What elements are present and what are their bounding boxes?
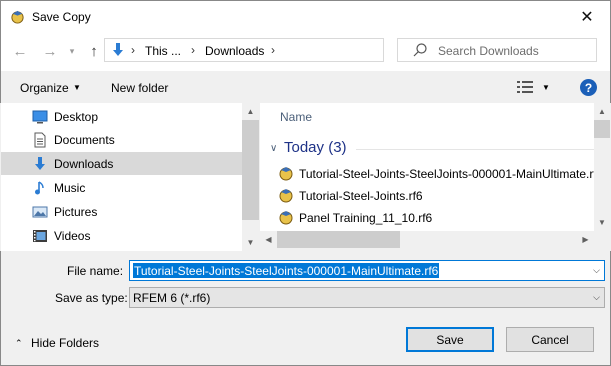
organize-button[interactable]: Organize bbox=[20, 81, 69, 95]
music-icon bbox=[35, 181, 44, 195]
breadcrumb-separator: › bbox=[131, 43, 135, 57]
group-divider bbox=[356, 149, 594, 150]
scrollbar-thumb[interactable] bbox=[594, 120, 610, 138]
videos-icon bbox=[33, 230, 47, 242]
file-name: Panel Training_11_10.rf6 bbox=[299, 211, 433, 225]
address-row: ← → ▾ ↑ › This ... › Downloads › ⌄ ↻ Sea… bbox=[0, 31, 611, 71]
breadcrumb-downloads[interactable]: Downloads bbox=[205, 44, 264, 58]
chevron-up-icon[interactable]: ⌃ bbox=[15, 338, 23, 349]
group-header-today[interactable]: Today (3) bbox=[284, 139, 347, 156]
search-icon bbox=[413, 43, 427, 57]
nav-item-label: Documents bbox=[54, 133, 115, 147]
chevron-down-icon[interactable]: ∨ bbox=[270, 143, 277, 154]
scrollbar-thumb[interactable] bbox=[277, 231, 400, 248]
file-list-vertical-scrollbar[interactable]: ▲ ▼ bbox=[594, 103, 610, 231]
nav-item-label: Desktop bbox=[54, 110, 99, 124]
column-header-name[interactable]: Name bbox=[280, 110, 312, 124]
save-as-type-select[interactable]: RFEM 6 (*.rf6) ⌵ bbox=[129, 287, 605, 308]
file-name: Tutorial-Steel-Joints.rf6 bbox=[299, 189, 423, 203]
chevron-down-icon: ▾ bbox=[69, 45, 75, 56]
search-box[interactable]: Search Downloads bbox=[397, 38, 597, 62]
arrow-right-icon: → bbox=[42, 42, 58, 60]
hide-folders-button[interactable]: Hide Folders bbox=[31, 336, 99, 350]
scroll-up-icon[interactable]: ▲ bbox=[242, 103, 259, 120]
file-row[interactable]: Panel Training_11_10.rf6 bbox=[278, 207, 594, 228]
address-bar[interactable]: › This ... › Downloads › ⌄ ↻ bbox=[104, 38, 478, 62]
chevron-down-icon: ⌵ bbox=[593, 292, 600, 302]
file-name-value: Tutorial-Steel-Joints-SteelJoints-000001… bbox=[133, 263, 440, 278]
downloads-icon bbox=[113, 43, 123, 56]
nav-item-label: Downloads bbox=[54, 157, 114, 171]
nav-item-videos[interactable]: Videos bbox=[1, 224, 242, 247]
rfem-file-icon bbox=[279, 167, 293, 181]
breadcrumb-separator: › bbox=[271, 43, 275, 57]
view-options-icon[interactable] bbox=[517, 81, 533, 93]
title-bar: Save Copy ✕ bbox=[0, 0, 611, 31]
nav-item-label: Music bbox=[54, 181, 86, 195]
scroll-up-icon[interactable]: ▲ bbox=[594, 103, 610, 120]
nav-item-label: Videos bbox=[54, 229, 91, 243]
rfem-file-icon bbox=[279, 211, 293, 225]
command-bar: Organize ▼ New folder ▼ ? bbox=[0, 71, 611, 103]
file-list-horizontal-scrollbar[interactable]: ◀ ▶ bbox=[260, 231, 594, 248]
up-button[interactable]: ↑ bbox=[83, 40, 105, 62]
help-icon[interactable]: ? bbox=[580, 79, 597, 96]
scroll-down-icon[interactable]: ▼ bbox=[242, 234, 259, 251]
scrollbar-thumb[interactable] bbox=[242, 120, 259, 220]
back-button[interactable]: ← bbox=[9, 40, 31, 62]
scroll-left-icon[interactable]: ◀ bbox=[260, 231, 277, 248]
file-name-label: File name: bbox=[67, 264, 124, 278]
pictures-icon bbox=[32, 206, 48, 218]
desktop-icon bbox=[32, 110, 48, 124]
chevron-down-icon[interactable]: ▼ bbox=[542, 83, 550, 92]
arrow-left-icon: ← bbox=[12, 42, 28, 60]
cancel-button[interactable]: Cancel bbox=[506, 327, 594, 352]
save-as-type-value: RFEM 6 (*.rf6) bbox=[133, 291, 211, 305]
chevron-down-icon[interactable]: ⌵ bbox=[593, 265, 600, 276]
new-folder-button[interactable]: New folder bbox=[111, 81, 168, 95]
rfem-file-icon bbox=[279, 189, 293, 203]
nav-item-pictures[interactable]: Pictures bbox=[1, 200, 242, 223]
forward-button[interactable]: → bbox=[39, 40, 61, 62]
close-icon: ✕ bbox=[580, 8, 594, 26]
search-placeholder: Search Downloads bbox=[438, 44, 539, 58]
window-title: Save Copy bbox=[32, 10, 91, 24]
nav-item-label: Pictures bbox=[54, 205, 98, 219]
arrow-up-icon: ↑ bbox=[90, 42, 98, 60]
breadcrumb-this-pc[interactable]: This ... bbox=[145, 44, 181, 58]
file-name: Tutorial-Steel-Joints-SteelJoints-000001… bbox=[299, 167, 594, 181]
file-row[interactable]: Tutorial-Steel-Joints-SteelJoints-000001… bbox=[278, 163, 594, 184]
scroll-right-icon[interactable]: ▶ bbox=[577, 231, 594, 248]
rfem-app-icon bbox=[11, 10, 24, 24]
save-as-type-label: Save as type: bbox=[55, 291, 128, 305]
downloads-icon bbox=[35, 157, 45, 170]
navigation-scrollbar[interactable]: ▲ ▼ bbox=[242, 103, 259, 251]
file-list: Name ∨ Today (3) Tutorial-Steel-Joints-S… bbox=[260, 103, 594, 231]
nav-item-music[interactable]: Music bbox=[1, 176, 242, 199]
navigation-pane: Desktop Documents Downloads Music Pictur… bbox=[1, 103, 242, 251]
save-button[interactable]: Save bbox=[406, 327, 494, 352]
nav-item-documents[interactable]: Documents bbox=[1, 128, 242, 151]
breadcrumb-separator: › bbox=[191, 43, 195, 57]
save-form: File name: Tutorial-Steel-Joints-SteelJo… bbox=[0, 251, 611, 366]
chevron-down-icon: ▼ bbox=[73, 83, 81, 92]
close-button[interactable]: ✕ bbox=[564, 1, 610, 32]
scroll-down-icon[interactable]: ▼ bbox=[594, 214, 610, 231]
file-row[interactable]: Tutorial-Steel-Joints.rf6 bbox=[278, 185, 594, 206]
nav-item-desktop[interactable]: Desktop bbox=[1, 105, 242, 128]
documents-icon bbox=[34, 132, 46, 148]
nav-item-downloads[interactable]: Downloads bbox=[1, 152, 242, 175]
recent-locations-button[interactable]: ▾ bbox=[61, 40, 83, 62]
file-name-input[interactable]: Tutorial-Steel-Joints-SteelJoints-000001… bbox=[129, 260, 605, 281]
